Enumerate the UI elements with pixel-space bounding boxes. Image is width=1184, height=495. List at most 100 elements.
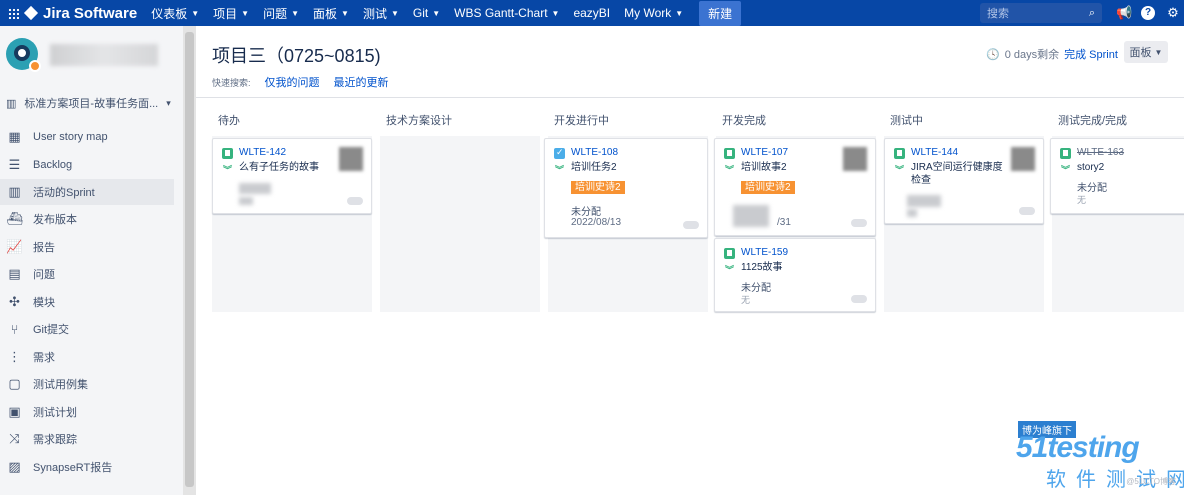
sidebar-item-synapsert-reports[interactable]: ▨ SynapseRT报告: [0, 454, 174, 480]
issue-summary: JIRA空间运行健康度 检查: [911, 162, 1003, 186]
issue-summary: 培训任务2: [571, 162, 617, 173]
column-header-dev-done: 开发完成: [722, 115, 766, 127]
estimate-badge: [683, 221, 699, 229]
column-testing[interactable]: WLTE-144 ︾ JIRA空间运行健康度 检查: [884, 136, 1044, 312]
issue-summary: 1125故事: [741, 262, 783, 273]
sidebar-item-git-commits[interactable]: ⑂ Git提交: [0, 316, 174, 342]
sidebar-item-user-story-map[interactable]: ▦ User story map: [0, 124, 174, 150]
estimate-badge: [851, 295, 867, 303]
sidebar-item-requirements[interactable]: ⋮ 需求: [0, 344, 174, 370]
story-icon: [724, 248, 735, 259]
none-text: 无: [1077, 195, 1087, 205]
nav-issues[interactable]: 问题 ▼: [263, 5, 299, 22]
search-icon: ⌕: [1088, 6, 1095, 19]
issue-summary: 么有子任务的故事: [239, 162, 319, 173]
nav-projects[interactable]: 项目 ▼: [213, 5, 249, 22]
scrollbar-thumb[interactable]: [185, 32, 194, 487]
column-design[interactable]: [380, 136, 540, 312]
redacted-field: [907, 195, 941, 207]
requirements-icon: ⋮: [8, 349, 21, 364]
sidebar-item-traceability[interactable]: ⤨ 需求跟踪: [0, 426, 174, 452]
chevron-down-icon: ▼: [390, 8, 399, 18]
project-avatar[interactable]: [6, 38, 41, 72]
nav-tests[interactable]: 测试 ▼: [363, 5, 399, 22]
column-header-test-done: 测试完成/完成: [1058, 115, 1128, 127]
sidebar-item-test-plans[interactable]: ▣ 测试计划: [0, 399, 174, 425]
watermark-brand: 51testing: [1016, 431, 1140, 464]
issue-card[interactable]: WLTE-107 ︾ 培训故事2 培训史诗2 /31: [714, 138, 876, 236]
notifications-icon[interactable]: 📢: [1116, 6, 1132, 20]
nav-eazybi[interactable]: eazyBI: [573, 6, 610, 20]
issue-key[interactable]: WLTE-163: [1077, 147, 1124, 158]
issue-card[interactable]: WLTE-159 ︾ 1125故事 未分配 无: [714, 238, 876, 312]
quick-filter-recently-updated[interactable]: 最近的更新: [334, 74, 389, 90]
board-selector[interactable]: ▥ 标准方案项目-故事任务面... ▾: [6, 92, 174, 114]
board-icon: ▥: [6, 97, 17, 110]
jira-logo[interactable]: Jira Software: [23, 5, 137, 22]
search-input[interactable]: 搜索 ⌕: [980, 3, 1102, 23]
sidebar-item-components[interactable]: ✣ 模块: [0, 289, 174, 315]
chevron-down-icon: ▼: [341, 8, 349, 18]
column-header-design: 技术方案设计: [386, 115, 452, 127]
issue-key[interactable]: WLTE-159: [741, 247, 788, 258]
nav-wbs-gantt[interactable]: WBS Gantt-Chart ▼: [454, 6, 559, 20]
nav-boards[interactable]: 面板 ▼: [313, 5, 349, 22]
column-todo[interactable]: WLTE-142 ︾ 么有子任务的故事: [212, 136, 372, 312]
chevron-down-icon: ▼: [241, 8, 250, 18]
story-icon: [724, 148, 735, 159]
jira-diamond-icon: [23, 5, 39, 21]
sidebar-item-backlog[interactable]: ☰ Backlog: [0, 152, 174, 178]
sidebar-item-reports[interactable]: 📈 报告: [0, 234, 174, 260]
redacted-field: [907, 209, 917, 217]
issue-card[interactable]: WLTE-144 ︾ JIRA空间运行健康度 检查: [884, 138, 1044, 224]
header-divider: [196, 97, 1184, 98]
epic-label[interactable]: 培训史诗2: [741, 181, 795, 194]
complete-sprint-link[interactable]: 完成 Sprint: [1064, 46, 1118, 62]
git-icon: ⑂: [10, 321, 19, 337]
sidebar-item-test-suites[interactable]: ▢ 测试用例集: [0, 371, 174, 397]
nav-my-work[interactable]: My Work ▼: [624, 6, 683, 20]
gear-icon[interactable]: ⚙: [1166, 6, 1180, 20]
puzzle-icon: ✣: [9, 294, 20, 309]
quick-filter-my-issues[interactable]: 仅我的问题: [265, 74, 320, 90]
app-switcher-icon[interactable]: [0, 0, 26, 26]
sidebar-item-active-sprint[interactable]: ▥ 活动的Sprint: [0, 179, 174, 205]
issue-key[interactable]: WLTE-142: [239, 147, 286, 158]
nav-dashboards[interactable]: 仪表板 ▼: [151, 5, 199, 22]
column-header-testing: 测试中: [890, 115, 923, 127]
board-selector-label: 标准方案项目-故事任务面...: [24, 98, 159, 110]
sidebar-item-releases[interactable]: ⛴ 发布版本: [0, 206, 174, 232]
sidebar-scrollbar[interactable]: [183, 26, 196, 495]
project-name-redacted: [50, 44, 158, 66]
issue-key[interactable]: WLTE-144: [911, 147, 958, 158]
board-menu-button[interactable]: 面板 ▼: [1124, 41, 1168, 63]
assignee-avatar: [843, 147, 867, 171]
issue-key[interactable]: WLTE-107: [741, 147, 788, 158]
estimate-badge: [347, 197, 363, 205]
issue-card[interactable]: WLTE-163 ︾ story2 未分配 无: [1050, 138, 1184, 214]
priority-low-icon: ︾: [895, 165, 905, 175]
issue-key[interactable]: WLTE-108: [571, 147, 618, 158]
column-dev-done[interactable]: WLTE-107 ︾ 培训故事2 培训史诗2 /31 WLTE-159 ︾ 11…: [714, 136, 876, 312]
trace-icon: ⤨: [9, 431, 20, 446]
estimate-badge: [1019, 207, 1035, 215]
page-title: 项目三（0725~0815): [212, 46, 381, 66]
assignee-avatar: [1011, 147, 1035, 171]
epic-label[interactable]: 培训史诗2: [571, 181, 625, 194]
testplan-icon: ▣: [8, 404, 21, 419]
task-icon: [554, 147, 565, 159]
issue-summary: 培训故事2: [741, 162, 787, 173]
column-test-done[interactable]: WLTE-163 ︾ story2 未分配 无: [1050, 136, 1184, 312]
watermark-small: @51CTO博客: [1126, 477, 1176, 486]
priority-low-icon: ︾: [725, 265, 735, 275]
issue-card[interactable]: WLTE-108 ︾ 培训任务2 培训史诗2 未分配 2022/08/13: [544, 138, 708, 238]
nav-git[interactable]: Git ▼: [413, 6, 440, 20]
clock-icon: 🕓: [986, 48, 1000, 61]
quick-filters: 快速搜索: 仅我的问题 最近的更新: [212, 74, 389, 90]
sidebar-item-issues[interactable]: ▤ 问题: [0, 261, 174, 287]
issue-card[interactable]: WLTE-142 ︾ 么有子任务的故事: [212, 138, 372, 214]
column-in-dev[interactable]: WLTE-108 ︾ 培训任务2 培训史诗2 未分配 2022/08/13: [544, 136, 708, 312]
create-button[interactable]: 新建: [699, 0, 742, 26]
help-icon[interactable]: ?: [1141, 6, 1155, 20]
chevron-down-icon: ▼: [432, 8, 441, 18]
